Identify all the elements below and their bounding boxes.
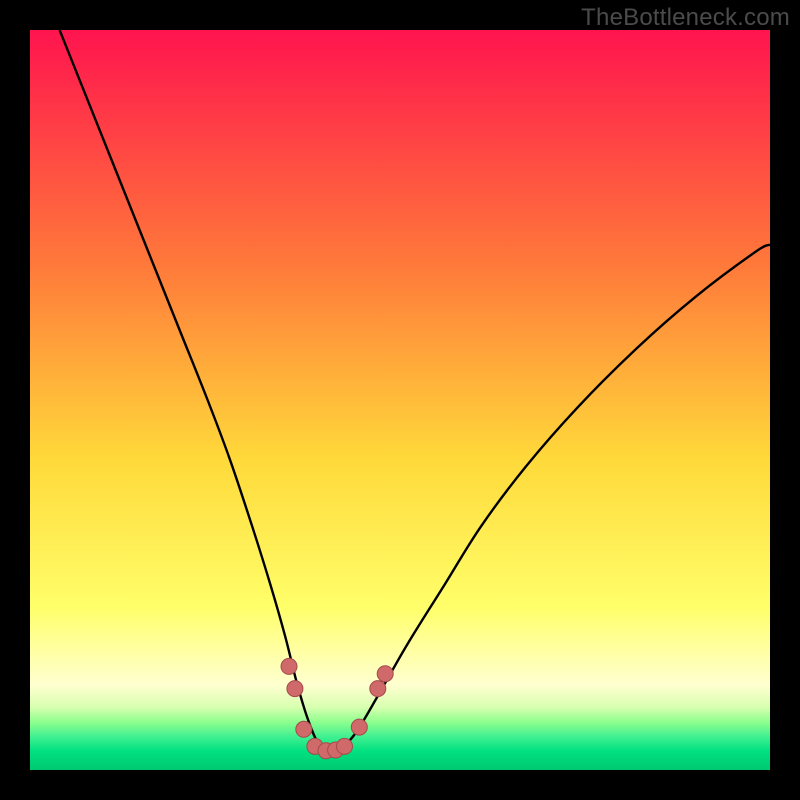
curve-marker bbox=[296, 721, 312, 737]
curve-marker bbox=[281, 658, 297, 674]
watermark-text: TheBottleneck.com bbox=[581, 4, 790, 32]
bottleneck-curve bbox=[60, 30, 770, 752]
curve-marker bbox=[377, 666, 393, 682]
curve-marker bbox=[351, 719, 367, 735]
curve-marker bbox=[370, 681, 386, 697]
plot-area bbox=[30, 30, 770, 770]
curve-markers bbox=[281, 658, 393, 758]
curve-marker bbox=[287, 681, 303, 697]
curve-layer bbox=[30, 30, 770, 770]
chart-frame: TheBottleneck.com bbox=[0, 0, 800, 800]
curve-marker bbox=[337, 738, 353, 754]
